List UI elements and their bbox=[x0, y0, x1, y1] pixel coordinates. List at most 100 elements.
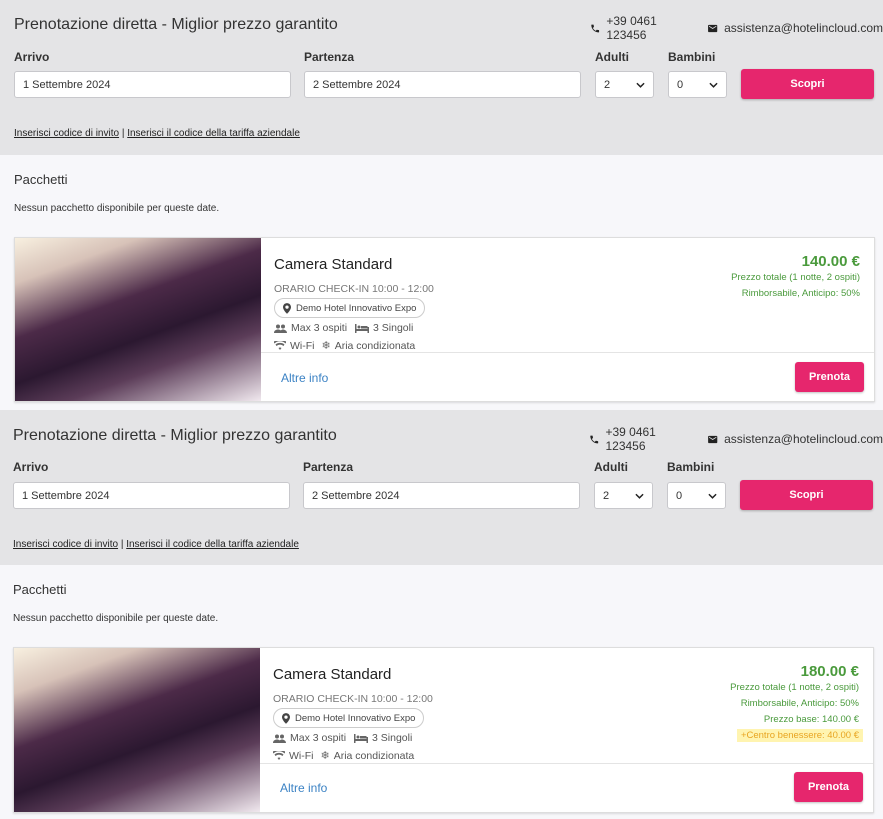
chevron-down-icon bbox=[636, 82, 645, 88]
location-pin-icon bbox=[282, 712, 290, 724]
page-title: Prenotazione diretta - Miglior prezzo ga… bbox=[13, 427, 337, 444]
refund-info: Rimborsabile, Anticipo: 50% bbox=[740, 698, 859, 709]
partenza-label: Partenza bbox=[304, 50, 355, 64]
room-name[interactable]: Camera Standard bbox=[273, 666, 391, 683]
checkin-time: ORARIO CHECK-IN 10:00 - 12:00 bbox=[273, 693, 433, 705]
wifi-label: Wi-Fi bbox=[290, 339, 315, 352]
room-name[interactable]: Camera Standard bbox=[274, 256, 392, 273]
bed-config: 3 Singoli bbox=[372, 732, 413, 744]
code-links: Inserisci codice di invito | Inserisci i… bbox=[14, 128, 300, 139]
phone-number[interactable]: +39 0461 123456 bbox=[605, 425, 694, 453]
refund-info: Rimborsabile, Anticipo: 50% bbox=[741, 288, 860, 299]
arrivo-label: Arrivo bbox=[13, 460, 49, 474]
hotel-location-pill[interactable]: Demo Hotel Innovativo Expo bbox=[274, 298, 426, 318]
chevron-down-icon bbox=[635, 493, 644, 499]
phone-icon bbox=[591, 24, 600, 32]
contact-info: +39 0461 123456 assistenza@hotelincloud.… bbox=[590, 14, 883, 42]
hotel-location-pill[interactable]: Demo Hotel Innovativo Expo bbox=[273, 708, 425, 728]
bambini-label: Bambini bbox=[667, 460, 715, 474]
base-price: Prezzo base: 140.00 € bbox=[763, 714, 859, 725]
people-icon bbox=[273, 734, 286, 743]
corporate-code-link[interactable]: Inserisci il codice della tariffa aziend… bbox=[126, 539, 299, 550]
packages-empty-note: Nessun pacchetto disponibile per queste … bbox=[13, 613, 219, 624]
arrivo-input[interactable]: 1 Settembre 2024 bbox=[13, 482, 290, 509]
prenota-button[interactable]: Prenota bbox=[794, 772, 863, 802]
link-separator: | bbox=[121, 128, 125, 139]
scopri-button[interactable]: Scopri bbox=[741, 69, 874, 99]
room-card: Camera Standard ORARIO CHECK-IN 10:00 - … bbox=[14, 237, 875, 402]
max-guests: Max 3 ospiti bbox=[291, 322, 348, 334]
bambini-select[interactable]: 0 bbox=[667, 482, 726, 509]
altre-info-link[interactable]: Altre info bbox=[280, 781, 327, 795]
page-title: Prenotazione diretta - Miglior prezzo ga… bbox=[14, 16, 338, 33]
adulti-select[interactable]: 2 bbox=[594, 482, 653, 509]
partenza-label: Partenza bbox=[303, 460, 354, 474]
invite-code-link[interactable]: Inserisci codice di invito bbox=[13, 539, 118, 550]
card-divider bbox=[260, 763, 873, 764]
ac-label: Aria condizionata bbox=[334, 339, 416, 352]
phone-icon bbox=[590, 435, 599, 443]
room-photo[interactable] bbox=[15, 238, 261, 401]
adulti-label: Adulti bbox=[595, 50, 629, 64]
room-capacity: Max 3 ospiti 3 Singoli bbox=[274, 322, 413, 334]
contact-info: +39 0461 123456 assistenza@hotelincloud.… bbox=[589, 425, 883, 453]
room-photo[interactable] bbox=[14, 648, 260, 812]
chevron-down-icon bbox=[708, 493, 717, 499]
card-divider bbox=[261, 352, 874, 353]
adulti-value: 2 bbox=[604, 78, 611, 91]
room-capacity: Max 3 ospiti 3 Singoli bbox=[273, 732, 412, 744]
room-amenities: Wi-Fi ❄ Aria condizionata bbox=[273, 749, 414, 762]
bed-config: 3 Singoli bbox=[373, 322, 414, 334]
hotel-name: Demo Hotel Innovativo Expo bbox=[296, 302, 417, 314]
partenza-input[interactable]: 2 Settembre 2024 bbox=[304, 71, 581, 98]
packages-section-1: Pacchetti Nessun pacchetto disponibile p… bbox=[0, 155, 883, 410]
adulti-select[interactable]: 2 bbox=[595, 71, 654, 98]
email-address[interactable]: assistenza@hotelincloud.com bbox=[724, 21, 883, 35]
room-price: 180.00 € bbox=[800, 663, 859, 680]
wifi-icon bbox=[274, 341, 286, 350]
invite-code-link[interactable]: Inserisci codice di invito bbox=[14, 128, 119, 139]
bambini-label: Bambini bbox=[668, 50, 716, 64]
packages-title: Pacchetti bbox=[14, 172, 68, 187]
room-amenities: Wi-Fi ❄ Aria condizionata bbox=[274, 339, 415, 352]
people-icon bbox=[274, 324, 287, 333]
snowflake-icon: ❄ bbox=[321, 340, 331, 352]
snowflake-icon: ❄ bbox=[320, 750, 330, 762]
link-separator: | bbox=[120, 539, 124, 550]
partenza-input[interactable]: 2 Settembre 2024 bbox=[303, 482, 580, 509]
booking-bar-2: Prenotazione diretta - Miglior prezzo ga… bbox=[0, 410, 883, 565]
mail-icon bbox=[707, 24, 718, 32]
wifi-label: Wi-Fi bbox=[289, 749, 314, 762]
corporate-code-link[interactable]: Inserisci il codice della tariffa aziend… bbox=[127, 128, 300, 139]
ac-label: Aria condizionata bbox=[333, 749, 415, 762]
booking-bar-1: Prenotazione diretta - Miglior prezzo ga… bbox=[0, 0, 883, 155]
altre-info-link[interactable]: Altre info bbox=[281, 371, 328, 385]
price-total-info: Prezzo totale (1 notte, 2 ospiti) bbox=[731, 272, 860, 283]
packages-empty-note: Nessun pacchetto disponibile per queste … bbox=[14, 203, 220, 214]
packages-title: Pacchetti bbox=[13, 582, 67, 597]
phone-number[interactable]: +39 0461 123456 bbox=[606, 14, 694, 42]
bed-icon bbox=[354, 733, 369, 743]
bambini-select[interactable]: 0 bbox=[668, 71, 727, 98]
packages-section-2: Pacchetti Nessun pacchetto disponibile p… bbox=[0, 565, 883, 819]
chevron-down-icon bbox=[709, 82, 718, 88]
room-card: Camera Standard ORARIO CHECK-IN 10:00 - … bbox=[13, 647, 874, 813]
checkin-time: ORARIO CHECK-IN 10:00 - 12:00 bbox=[274, 283, 434, 295]
room-price: 140.00 € bbox=[801, 253, 860, 270]
email-address[interactable]: assistenza@hotelincloud.com bbox=[724, 432, 883, 446]
max-guests: Max 3 ospiti bbox=[290, 732, 347, 744]
arrivo-label: Arrivo bbox=[14, 50, 50, 64]
arrivo-input[interactable]: 1 Settembre 2024 bbox=[14, 71, 291, 98]
bambini-value: 0 bbox=[676, 489, 683, 502]
location-pin-icon bbox=[283, 302, 291, 314]
mail-icon bbox=[707, 435, 717, 443]
wellness-extra-badge: +Centro benessere: 40.00 € bbox=[736, 729, 863, 742]
prenota-button[interactable]: Prenota bbox=[795, 362, 864, 392]
wifi-icon bbox=[273, 751, 285, 760]
adulti-value: 2 bbox=[603, 489, 610, 502]
bambini-value: 0 bbox=[677, 78, 684, 91]
scopri-button[interactable]: Scopri bbox=[740, 480, 873, 510]
code-links: Inserisci codice di invito | Inserisci i… bbox=[13, 539, 299, 550]
hotel-name: Demo Hotel Innovativo Expo bbox=[295, 712, 416, 724]
adulti-label: Adulti bbox=[594, 460, 628, 474]
